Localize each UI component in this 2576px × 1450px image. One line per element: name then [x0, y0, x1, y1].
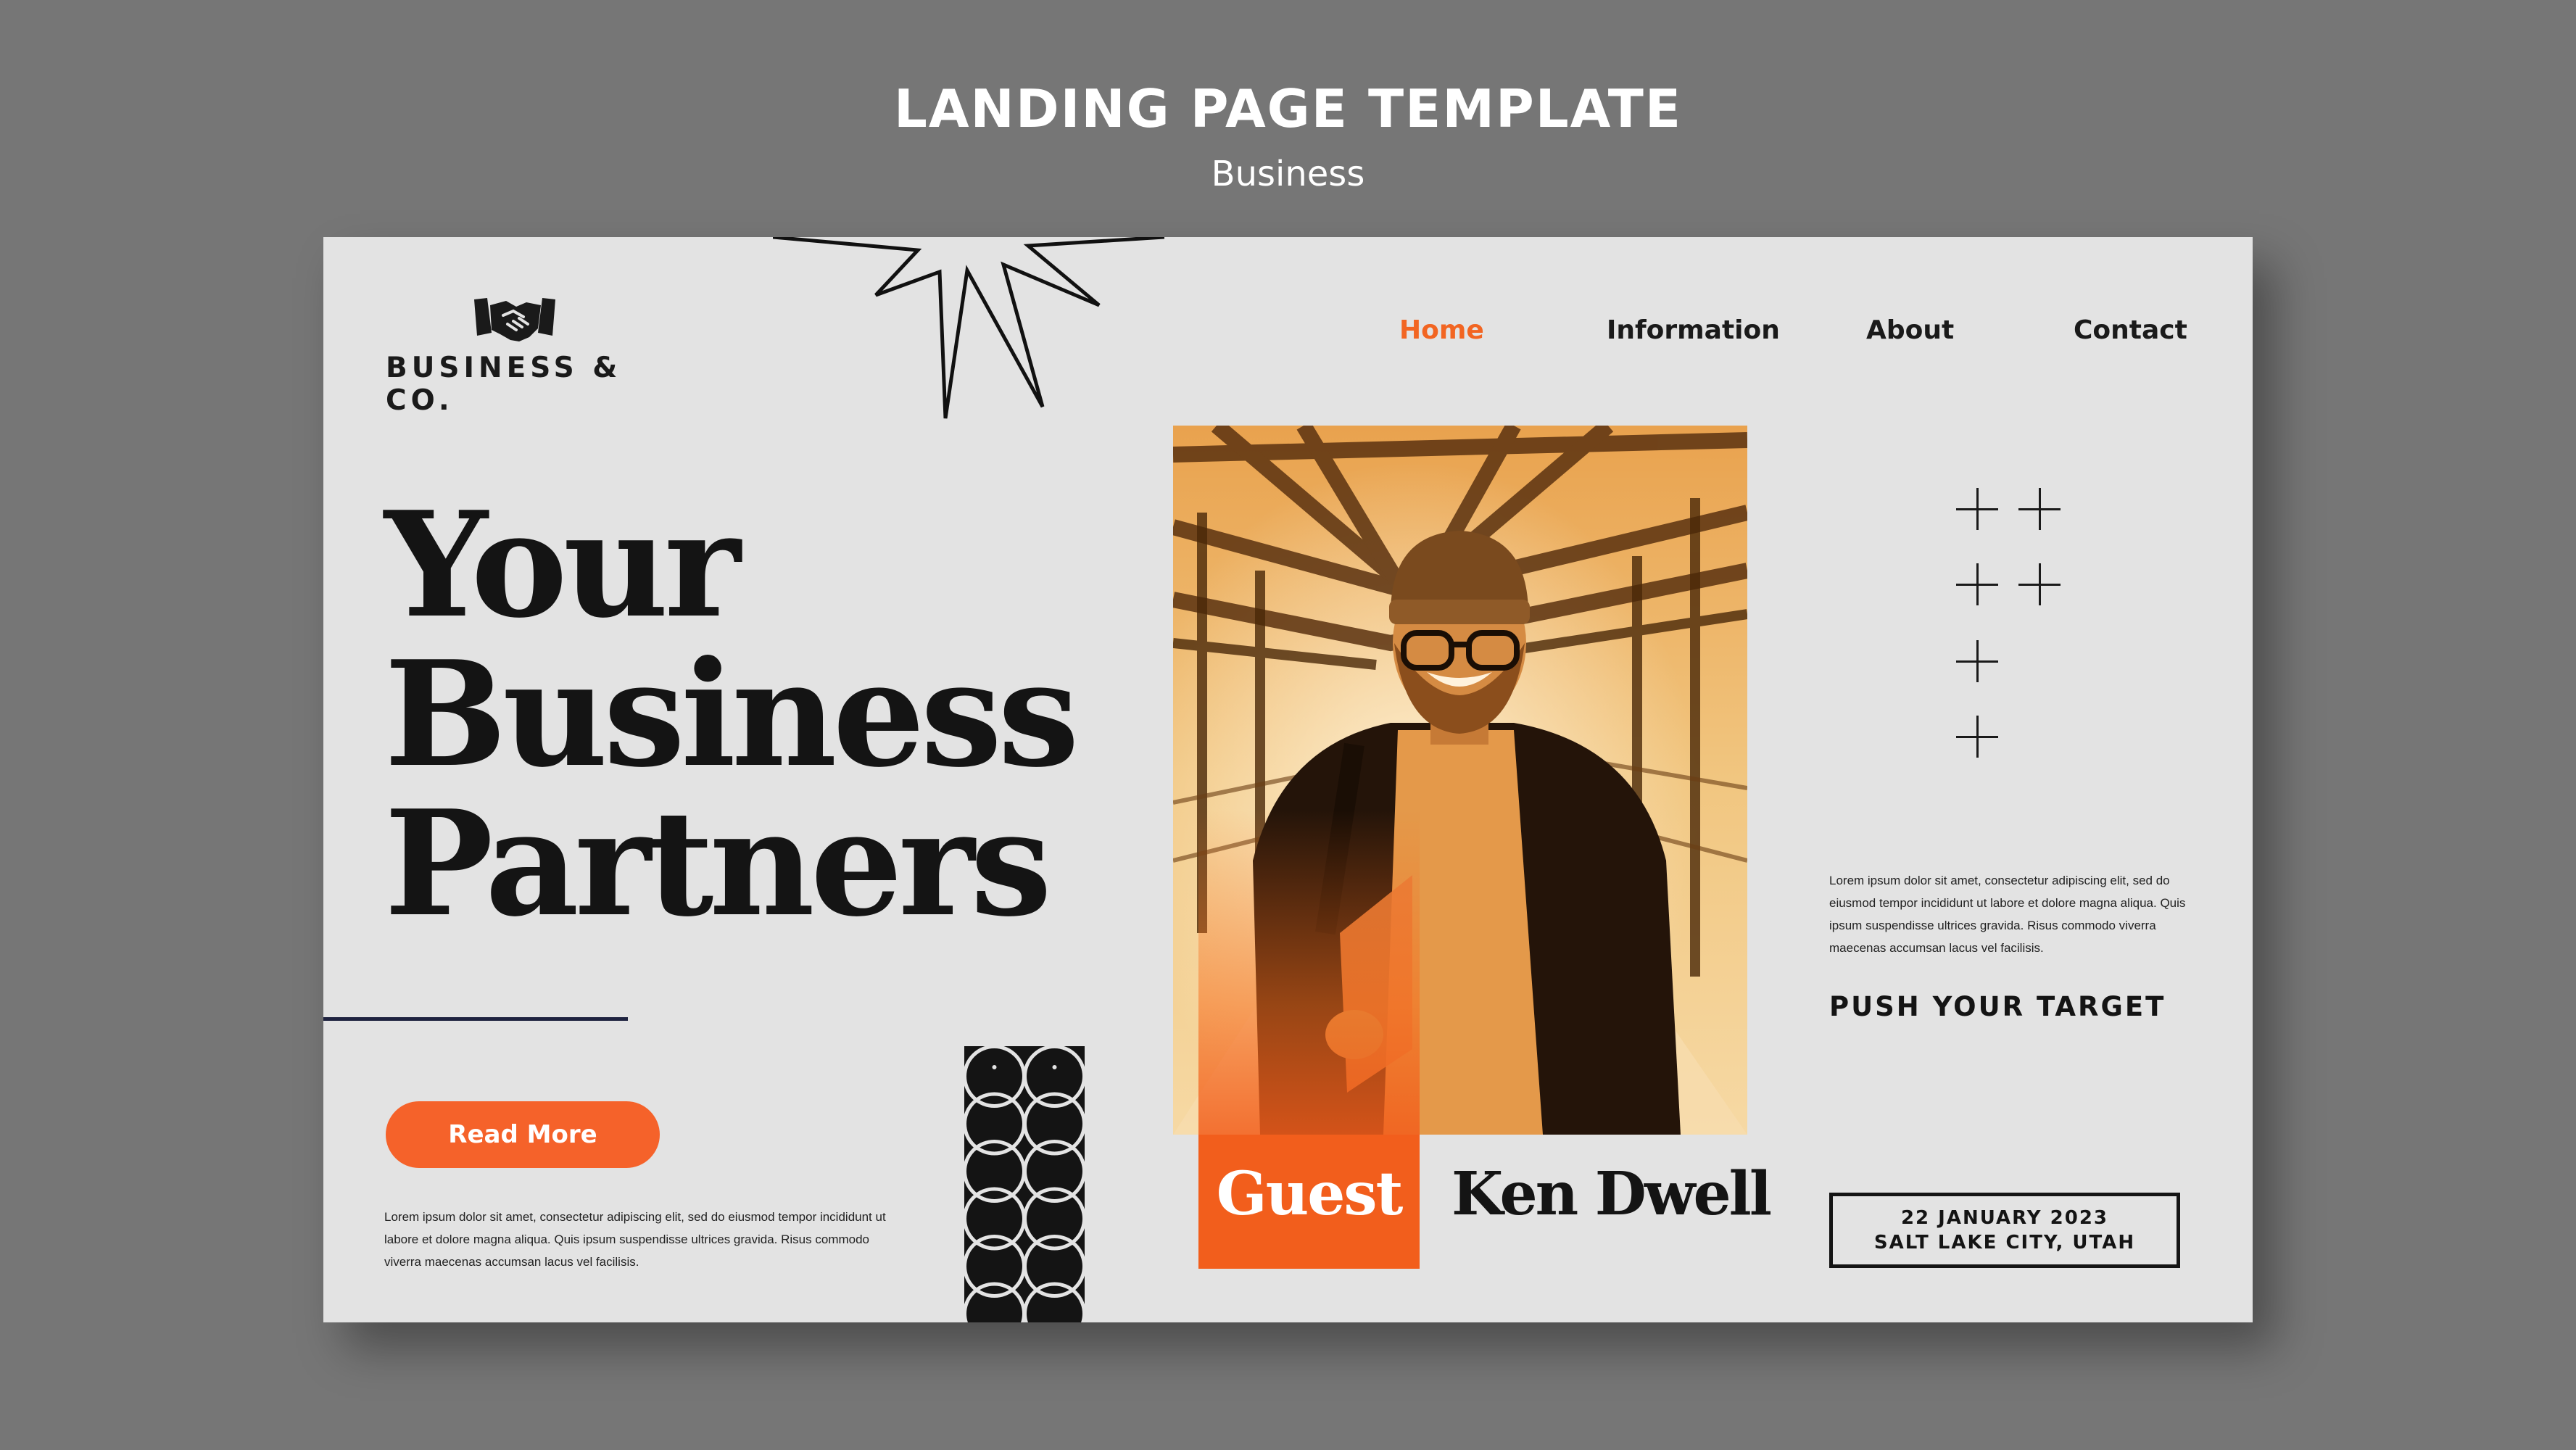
hero-title-line-1: Your	[384, 480, 741, 650]
brand-name: BUSINESS & CO.	[386, 352, 622, 417]
handshake-icon	[474, 298, 555, 341]
hero-divider	[323, 1017, 628, 1021]
landing-page-card: BUSINESS & CO. Home Information About Co…	[323, 237, 2253, 1322]
nav-contact[interactable]: Contact	[2074, 315, 2187, 345]
tagline: PUSH YOUR TARGET	[1829, 991, 2166, 1022]
page-header-title: LANDING PAGE TEMPLATE	[893, 78, 1683, 139]
plus-decoration	[2018, 488, 2061, 530]
brand-logo[interactable]: BUSINESS & CO.	[386, 295, 676, 417]
dot-pattern-decoration	[964, 1046, 1085, 1322]
starburst-decoration	[773, 237, 1164, 419]
event-info-box: 22 JANUARY 2023 SALT LAKE CITY, UTAH	[1829, 1193, 2180, 1268]
guest-name: Ken Dwell	[1451, 1159, 1772, 1229]
nav-home[interactable]: Home	[1399, 315, 1484, 345]
event-date: 22 JANUARY 2023	[1900, 1207, 2109, 1229]
plus-decoration	[2018, 563, 2061, 605]
plus-decoration	[1956, 488, 1998, 530]
event-location: SALT LAKE CITY, UTAH	[1873, 1232, 2136, 1254]
plus-decoration	[1956, 640, 1998, 682]
guest-label: Guest	[1216, 1159, 1404, 1229]
hero-title-line-3: Partners	[384, 779, 1052, 949]
read-more-button[interactable]: Read More	[386, 1101, 660, 1168]
plus-decoration	[1956, 563, 1998, 605]
nav-information[interactable]: Information	[1607, 315, 1780, 345]
hero-body-text: Lorem ipsum dolor sit amet, consectetur …	[384, 1210, 886, 1269]
side-body-text: Lorem ipsum dolor sit amet, consectetur …	[1829, 874, 2186, 955]
plus-decoration	[1956, 716, 1998, 758]
guest-accent-overlay	[1198, 810, 1420, 1135]
nav-about[interactable]: About	[1866, 315, 1954, 345]
page-header-subtitle: Business	[1211, 154, 1365, 194]
hero-title: Your Business Partners	[384, 480, 1080, 949]
hero-title-line-2: Business	[384, 629, 1080, 800]
